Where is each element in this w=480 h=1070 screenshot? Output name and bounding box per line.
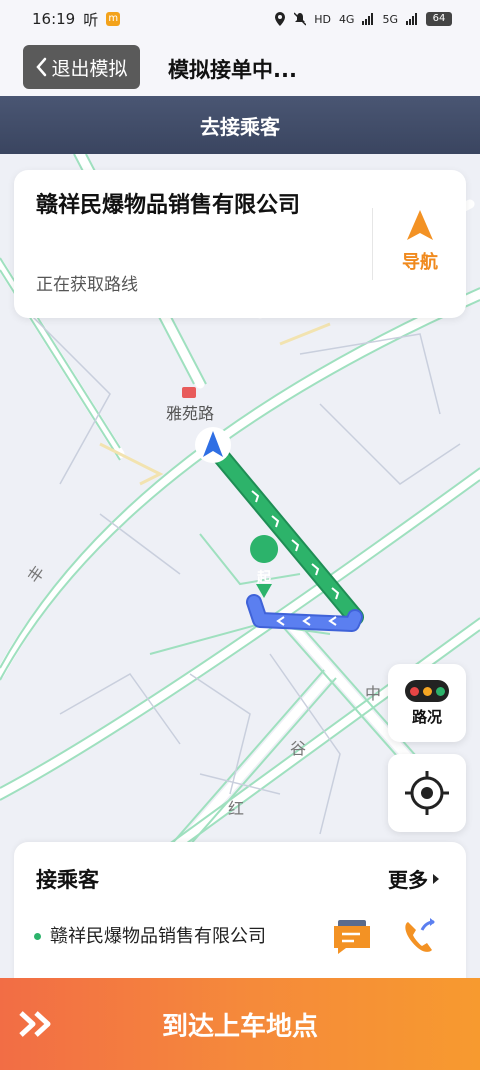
crosshair-icon: [405, 771, 449, 815]
trip-stage-title: 去接乘客: [200, 114, 280, 139]
battery-icon: 64: [426, 12, 452, 26]
road-label-hong: 红: [228, 799, 244, 818]
traffic-red: [409, 686, 419, 696]
traffic-toggle-button[interactable]: 路况: [388, 664, 466, 742]
arrive-pickup-label: 到达上车地点: [161, 1011, 318, 1042]
network-hd-label: HD: [314, 12, 331, 26]
navigate-button[interactable]: 导航: [390, 208, 450, 280]
traffic-label: 路况: [411, 708, 442, 726]
message-button[interactable]: [330, 914, 374, 958]
traffic-light-icon: [405, 680, 449, 702]
more-button[interactable]: 更多: [388, 864, 440, 893]
double-chevron-right-icon: [19, 1011, 51, 1037]
start-marker-icon: [250, 535, 279, 563]
road-label-gu: 谷: [290, 739, 306, 758]
navigate-label: 导航: [402, 252, 438, 273]
network-5g-label: 5G: [382, 12, 398, 26]
bus-stop-icon: [182, 387, 196, 398]
notification-text: 听: [83, 10, 99, 29]
message-icon: [334, 920, 370, 954]
route-line-green: [208, 442, 362, 624]
chevron-left-icon: [36, 57, 47, 77]
signal-icon-2: [406, 13, 417, 25]
top-bar: 退出模拟 模拟接单中...: [0, 38, 480, 96]
status-left: 16:19 听 m: [32, 9, 121, 30]
road-label-feng: 丰: [24, 562, 49, 586]
start-marker-label: 起: [256, 569, 272, 586]
trip-stage-header: 去接乘客: [0, 96, 480, 154]
destination-card: 赣祥民爆物品销售有限公司 正在获取路线 导航: [14, 170, 466, 318]
app-badge-icon: m: [106, 12, 121, 26]
signal-icon: [362, 13, 374, 25]
exit-simulation-button[interactable]: 退出模拟: [23, 45, 140, 89]
passenger-destination: 赣祥民爆物品销售有限公司: [50, 926, 266, 947]
call-button[interactable]: [398, 914, 442, 958]
destination-dot: [34, 933, 41, 940]
divider: [372, 208, 373, 280]
more-label: 更多: [388, 868, 428, 892]
locate-button[interactable]: [388, 754, 466, 832]
location-icon: [275, 12, 286, 26]
page-title: 模拟接单中...: [168, 58, 297, 82]
clock: 16:19: [32, 10, 76, 28]
destination-name: 赣祥民爆物品销售有限公司: [36, 193, 301, 218]
navigation-arrow-icon: [407, 210, 433, 240]
network-4g-label: 4G: [338, 12, 355, 26]
mute-icon: [294, 12, 307, 26]
caret-right-icon: [433, 873, 439, 884]
arrive-pickup-button[interactable]: 到达上车地点: [0, 978, 480, 1070]
status-right: HD 4G 5G 64: [274, 12, 452, 26]
status-bar: 16:19 听 m HD 4G 5G 64: [0, 0, 480, 38]
traffic-green: [435, 686, 445, 696]
exit-simulation-label: 退出模拟: [51, 57, 128, 80]
passenger-card-title: 接乘客: [36, 868, 99, 892]
road-label-zhong: 中: [365, 684, 381, 703]
passenger-card: 接乘客 更多 赣祥民爆物品销售有限公司: [14, 842, 466, 992]
traffic-yellow: [422, 686, 432, 696]
route-status: 正在获取路线: [36, 275, 138, 295]
road-label-yayuan: 雅苑路: [166, 404, 214, 423]
phone-icon: [405, 918, 435, 952]
